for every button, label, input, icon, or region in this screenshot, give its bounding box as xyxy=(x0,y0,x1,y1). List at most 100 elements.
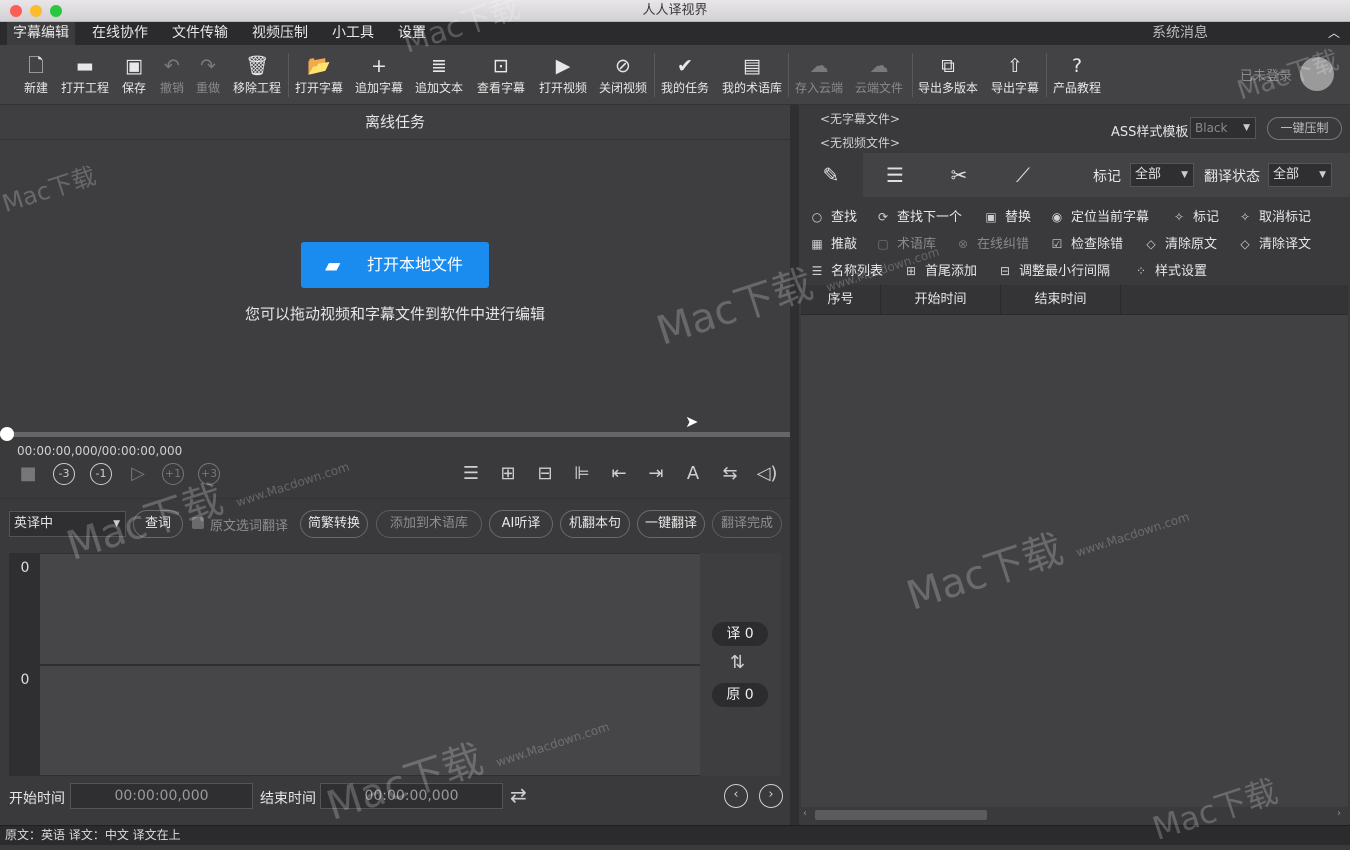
tab-list[interactable]: ☰ xyxy=(863,153,927,197)
login-status[interactable]: 已未登录 xyxy=(1240,65,1292,84)
style-settings-button[interactable]: ⁘ 样式设置 xyxy=(1133,260,1207,279)
minimize-window-button[interactable] xyxy=(30,5,42,17)
menu-video-compress[interactable]: 视频压制 xyxy=(246,22,314,45)
menu-online-collab[interactable]: 在线协作 xyxy=(86,22,154,45)
align-center-icon[interactable]: ⊞ xyxy=(496,462,520,486)
machine-translate-sentence-button[interactable]: 机翻本句 xyxy=(560,510,630,538)
set-start-icon[interactable]: ⇤ xyxy=(607,462,631,486)
view-subtitle-button[interactable]: ⊡ 查看字幕 xyxy=(474,45,528,105)
system-messages[interactable]: 系统消息 xyxy=(1146,22,1214,45)
my-tasks-button[interactable]: ✔ 我的任务 xyxy=(658,45,712,105)
end-time-input[interactable]: 00:00:00,000 xyxy=(320,783,503,809)
close-window-button[interactable] xyxy=(10,5,22,17)
avatar[interactable] xyxy=(1300,57,1334,91)
name-list-button[interactable]: ☰ 名称列表 xyxy=(809,260,883,279)
forward-3s-button[interactable]: +3 xyxy=(198,463,220,485)
glossary-button[interactable]: ▢ 术语库 xyxy=(875,233,936,252)
clear-translation-button[interactable]: ◇ 清除译文 xyxy=(1237,233,1311,252)
close-video-button[interactable]: ⊘ 关闭视频 xyxy=(596,45,650,105)
tab-timeline[interactable]: ⟋ xyxy=(991,153,1055,197)
mark-filter-select[interactable]: 全部 ▼ xyxy=(1130,163,1194,187)
previous-subtitle-button[interactable]: ‹ xyxy=(724,784,748,808)
cloud-files-button[interactable]: ☁ 云端文件 xyxy=(852,45,906,105)
export-subtitle-button[interactable]: ⇧ 导出字幕 xyxy=(988,45,1042,105)
scrollbar-thumb[interactable] xyxy=(815,810,987,820)
open-video-button[interactable]: ▶ 打开视频 xyxy=(536,45,590,105)
font-size-icon[interactable]: A xyxy=(681,462,705,486)
head-tail-add-button[interactable]: ⊞ 首尾添加 xyxy=(903,260,977,279)
replace-button[interactable]: ▣ 替换 xyxy=(983,206,1031,225)
export-multi-version-button[interactable]: ⧉ 导出多版本 xyxy=(916,45,980,105)
align-middle-icon[interactable]: ⊟ xyxy=(533,462,557,486)
subtitle-table-body[interactable] xyxy=(801,315,1348,807)
open-local-file-button[interactable]: ▰ 打开本地文件 xyxy=(301,242,489,288)
forward-1s-button[interactable]: +1 xyxy=(162,463,184,485)
next-subtitle-button[interactable]: › xyxy=(759,784,783,808)
column-end-time[interactable]: 结束时间 xyxy=(1001,285,1121,315)
column-start-time[interactable]: 开始时间 xyxy=(881,285,1001,315)
unmark-button[interactable]: ✧ 取消标记 xyxy=(1237,206,1311,225)
clear-original-button[interactable]: ◇ 清除原文 xyxy=(1143,233,1217,252)
translate-direction-select[interactable]: 英译中 ▼ xyxy=(9,511,126,537)
menu-file-transfer[interactable]: 文件传输 xyxy=(166,22,234,45)
product-tutorial-button[interactable]: ? 产品教程 xyxy=(1050,45,1104,105)
play-icon[interactable]: ▷ xyxy=(126,462,150,486)
add-to-glossary-button[interactable]: 添加到术语库 xyxy=(376,510,482,538)
tab-edit[interactable]: ✎ xyxy=(799,153,863,197)
online-correction-button[interactable]: ⊗ 在线纠错 xyxy=(955,233,1029,252)
scroll-left-icon[interactable]: ‹ xyxy=(803,808,807,819)
column-index[interactable]: 序号 xyxy=(801,285,881,315)
open-project-button[interactable]: ▬ 打开工程 xyxy=(58,45,112,105)
redo-button[interactable]: ↷ 重做 xyxy=(190,45,226,105)
adjust-settings-icon[interactable]: ☰ xyxy=(459,462,483,486)
start-time-input[interactable]: 00:00:00,000 xyxy=(70,783,253,809)
align-left-icon[interactable]: ⊫ xyxy=(570,462,594,486)
mark-button[interactable]: ✧ 标记 xyxy=(1171,206,1219,225)
simp-trad-convert-button[interactable]: 简繁转换 xyxy=(300,510,368,538)
ass-template-select[interactable]: Black ▼ xyxy=(1190,117,1256,139)
rewind-1s-button[interactable]: -1 xyxy=(90,463,112,485)
scroll-right-icon[interactable]: › xyxy=(1337,808,1341,819)
translation-done-button[interactable]: 翻译完成 xyxy=(712,510,782,538)
source-select-translate-checkbox[interactable] xyxy=(192,517,204,529)
adjust-min-gap-button[interactable]: ⊟ 调整最小行间隔 xyxy=(997,260,1110,279)
translation-editor[interactable]: 0 xyxy=(9,553,781,665)
ai-listen-translate-button[interactable]: AI听译 xyxy=(489,510,553,538)
deliberate-button[interactable]: ▦ 推敲 xyxy=(809,233,857,252)
new-button[interactable]: 🗋 新建 xyxy=(18,45,54,105)
rewind-3s-button[interactable]: -3 xyxy=(53,463,75,485)
find-button[interactable]: ○ 查找 xyxy=(809,206,857,225)
append-subtitle-button[interactable]: + 追加字幕 xyxy=(352,45,406,105)
find-next-button[interactable]: ⟳ 查找下一个 xyxy=(875,206,962,225)
open-subtitle-button[interactable]: 📂 打开字幕 xyxy=(292,45,346,105)
tab-tools[interactable]: ✂ xyxy=(927,153,991,197)
swap-time-icon[interactable]: ⇄ xyxy=(510,783,527,807)
menu-subtitle-edit[interactable]: 字幕编辑 xyxy=(7,22,75,45)
save-cloud-button[interactable]: ☁ 存入云端 xyxy=(792,45,846,105)
append-text-button[interactable]: ≣ 追加文本 xyxy=(412,45,466,105)
one-click-burn-button[interactable]: 一键压制 xyxy=(1267,117,1342,140)
panel-divider[interactable] xyxy=(790,105,799,825)
set-end-icon[interactable]: ⇥ xyxy=(644,462,668,486)
swap-vertical-icon[interactable]: ⇅ xyxy=(730,652,745,673)
chevron-up-icon[interactable]: ︿ xyxy=(1322,22,1346,45)
my-glossary-button[interactable]: ▤ 我的术语库 xyxy=(718,45,786,105)
timeline-track[interactable] xyxy=(0,432,790,437)
timeline-knob[interactable] xyxy=(0,427,14,441)
volume-icon[interactable]: ◁) xyxy=(755,462,779,486)
locate-current-subtitle-button[interactable]: ◉ 定位当前字幕 xyxy=(1049,206,1149,225)
original-editor[interactable]: 0 xyxy=(9,665,781,776)
translation-status-select[interactable]: 全部 ▼ xyxy=(1268,163,1332,187)
folder-icon: ▰ xyxy=(325,253,341,277)
zoom-window-button[interactable] xyxy=(50,5,62,17)
remove-project-button[interactable]: 🗑 移除工程 xyxy=(230,45,284,105)
swap-icon[interactable]: ⇆ xyxy=(718,462,742,486)
check-errors-button[interactable]: ☑ 检查除错 xyxy=(1049,233,1123,252)
menu-settings[interactable]: 设置 xyxy=(392,22,432,45)
menu-tools[interactable]: 小工具 xyxy=(326,22,380,45)
save-button[interactable]: ▣ 保存 xyxy=(116,45,152,105)
lookup-word-button[interactable]: 查词 xyxy=(133,510,183,538)
stop-icon[interactable]: ■ xyxy=(16,462,40,486)
one-click-translate-button[interactable]: 一键翻译 xyxy=(637,510,705,538)
undo-button[interactable]: ↶ 撤销 xyxy=(154,45,190,105)
